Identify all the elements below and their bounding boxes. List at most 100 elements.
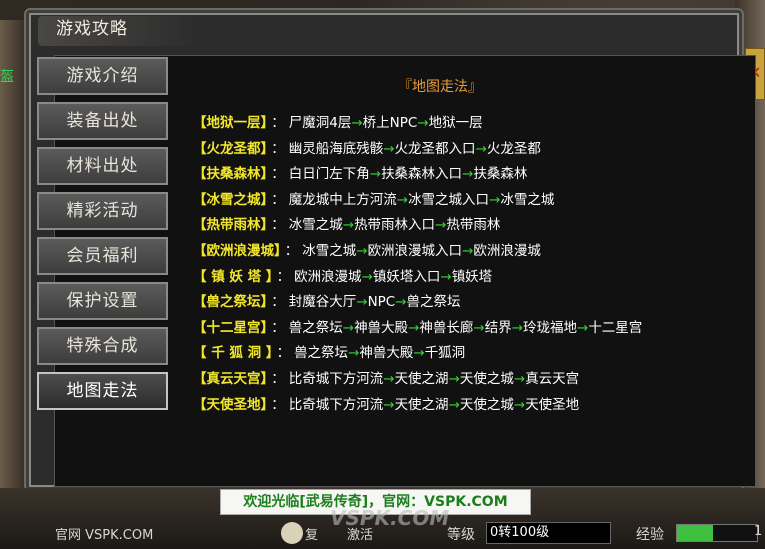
arrow-right-icon: → <box>462 243 474 259</box>
arrow-right-icon: → <box>342 217 355 234</box>
arrow-right-icon: → <box>440 268 452 285</box>
route-separator: ： <box>271 294 285 311</box>
exp-label: 经验 <box>636 527 664 543</box>
route-step: 兽之祭坛 <box>406 294 461 311</box>
route-step: 火龙圣都入口 <box>394 140 476 157</box>
arrow-right-icon: → <box>448 396 460 413</box>
arrow-right-icon: → <box>513 396 526 413</box>
arrow-right-icon: → <box>383 371 395 387</box>
arrow-right-icon: → <box>356 294 368 311</box>
route-step: 幽灵船海底残骸 <box>288 140 384 157</box>
route-step: 镇妖塔入口 <box>372 268 441 285</box>
arrow-right-icon: → <box>351 115 363 131</box>
sidebar-item-protection[interactable]: 保护设置 <box>37 282 168 320</box>
route-name: 【真云天宫】 <box>193 371 268 387</box>
sidebar-item-map-routes[interactable]: 地图走法 <box>37 372 168 410</box>
arrow-right-icon: → <box>513 371 526 387</box>
panel-title: 游戏攻略 <box>56 19 128 39</box>
route-step: 白日门左下角 <box>288 166 370 183</box>
arrow-right-icon: → <box>475 140 487 157</box>
arrow-right-icon: → <box>417 115 429 131</box>
sidebar-item-material-source[interactable]: 材料出处 <box>37 147 168 185</box>
arrow-right-icon: → <box>448 371 460 387</box>
route-step: 欧洲浪漫城 <box>294 268 362 285</box>
route-row: 【十二星宫】：兽之祭坛→神兽大殿→神兽长廊→结界→玲珑福地→十二星宫 <box>193 318 642 338</box>
hud-activate-label[interactable]: 激活 <box>347 524 373 543</box>
sidebar-item-events[interactable]: 精彩活动 <box>37 192 168 230</box>
level-label: 等级 <box>447 527 475 543</box>
route-name: 【十二星宫】 <box>193 319 268 336</box>
arrow-right-icon: → <box>356 243 368 259</box>
route-step: 结界 <box>484 319 512 336</box>
route-separator: ： <box>271 140 285 157</box>
arrow-right-icon: → <box>413 345 425 362</box>
sidebar-item-game-intro[interactable]: 游戏介绍 <box>37 57 168 95</box>
arrow-right-icon: → <box>361 268 373 285</box>
route-step: 魔龙城中上方河流 <box>288 191 397 208</box>
route-step: 神兽大殿 <box>359 345 414 362</box>
sidebar-item-member-benefits[interactable]: 会员福利 <box>37 237 168 275</box>
arrow-right-icon: → <box>348 345 360 362</box>
arrow-right-icon: → <box>342 319 355 336</box>
route-row: 【欧洲浪漫城】：冰雪之城→欧洲浪漫城入口→欧洲浪漫城 <box>193 241 541 261</box>
route-step: 玲珑福地 <box>523 319 577 336</box>
exp-bar-fill <box>677 525 713 541</box>
arrow-right-icon: → <box>383 140 395 157</box>
route-step: 天使之城 <box>459 396 514 413</box>
route-separator: ： <box>276 268 291 285</box>
route-step: 热带雨林 <box>446 217 501 234</box>
route-step: 天使之城 <box>459 371 514 387</box>
background-left-label: 盔 <box>0 69 14 85</box>
route-step: 热带雨林入口 <box>354 217 436 234</box>
arrow-right-icon: → <box>577 319 589 336</box>
route-row: 【火龙圣都】：幽灵船海底残骸→火龙圣都入口→火龙圣都 <box>193 139 541 159</box>
route-row: 【热带雨林】：冰雪之城→热带雨林入口→热带雨林 <box>193 215 500 235</box>
route-step: 兽之祭坛 <box>294 345 349 362</box>
route-step: 封魔谷大厅 <box>288 294 357 311</box>
route-step: 比奇城下方河流 <box>288 396 384 413</box>
sidebar-item-equipment-source[interactable]: 装备出处 <box>37 102 168 140</box>
route-step: 神兽长廊 <box>419 319 474 336</box>
route-row: 【兽之祭坛】：封魔谷大厅→NPC→兽之祭坛 <box>193 292 461 312</box>
route-row: 【扶桑森林】：白日门左下角→扶桑森林入口→扶桑森林 <box>193 164 527 184</box>
route-separator: ： <box>271 191 285 208</box>
level-value: 0转100级 <box>486 522 611 544</box>
route-step: 欧洲浪漫城 <box>473 243 541 259</box>
route-step: 冰雪之城 <box>302 243 357 259</box>
arrow-right-icon: → <box>489 191 501 208</box>
route-step: 桥上NPC <box>362 115 418 131</box>
route-step: 冰雪之城 <box>288 217 343 234</box>
route-name: 【 千 狐 洞 】 <box>193 345 273 362</box>
hud-site-label[interactable]: 官网 VSPK.COM <box>55 524 153 543</box>
route-step: 比奇城下方河流 <box>288 371 384 387</box>
route-row: 【天使圣地】：比奇城下方河流→天使之湖→天使之城→天使圣地 <box>193 395 579 415</box>
route-step: 神兽大殿 <box>354 319 409 336</box>
arrow-right-icon: → <box>473 319 485 336</box>
route-step: 扶桑森林入口 <box>381 166 463 183</box>
route-row: 【地狱一层】：尸魔洞4层→桥上NPC→地狱一层 <box>193 113 483 133</box>
arrow-right-icon: → <box>383 396 395 413</box>
route-name: 【扶桑森林】 <box>193 166 268 183</box>
route-row: 【 千 狐 洞 】：兽之祭坛→神兽大殿→千狐洞 <box>193 343 465 363</box>
route-step: 地狱一层 <box>428 115 483 131</box>
route-name: 【天使圣地】 <box>193 396 268 413</box>
route-step: 火龙圣都 <box>486 140 541 157</box>
route-separator: ： <box>271 166 285 183</box>
arrow-right-icon: → <box>408 319 420 336</box>
hud-copy-label[interactable]: 复 <box>305 524 318 543</box>
route-separator: ： <box>276 345 291 362</box>
route-step: NPC <box>367 294 396 311</box>
route-name: 【 镇 妖 塔 】 <box>193 268 273 285</box>
route-separator: ： <box>271 319 285 336</box>
sidebar-item-special-synthesis[interactable]: 特殊合成 <box>37 327 168 365</box>
route-separator: ： <box>271 396 285 413</box>
route-name: 【冰雪之城】 <box>193 191 268 208</box>
gear-icon[interactable] <box>281 522 303 544</box>
content-title: 『地图走法』 <box>398 79 482 95</box>
route-step: 尸魔洞4层 <box>288 115 352 131</box>
route-step: 兽之祭坛 <box>288 319 343 336</box>
arrow-right-icon: → <box>435 217 447 234</box>
route-name: 【地狱一层】 <box>193 115 268 131</box>
arrow-right-icon: → <box>369 166 382 183</box>
route-step: 天使圣地 <box>525 396 580 413</box>
